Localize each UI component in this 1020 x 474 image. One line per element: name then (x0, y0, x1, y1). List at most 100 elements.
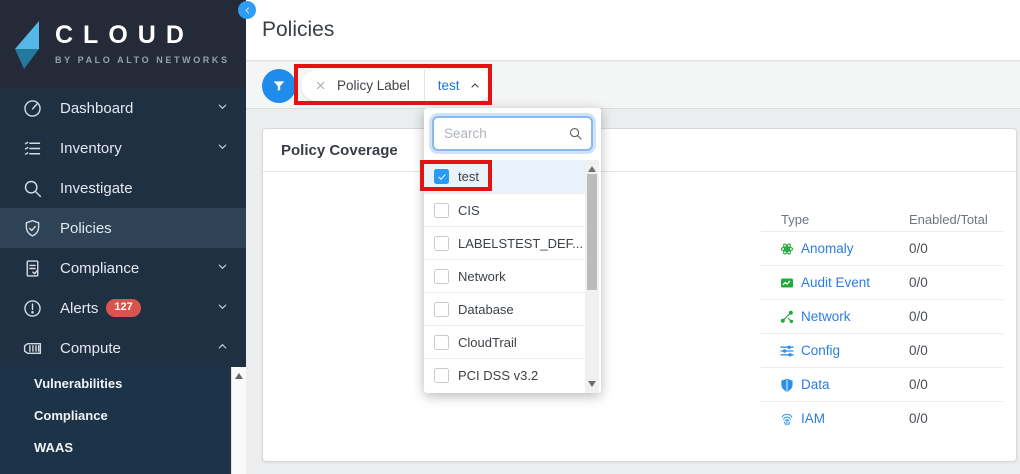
checkbox-icon[interactable] (434, 335, 449, 350)
close-icon[interactable] (315, 80, 326, 91)
option-label: CloudTrail (458, 335, 517, 350)
filter-button[interactable] (262, 69, 296, 103)
chip-divider (424, 70, 425, 101)
container-icon (20, 336, 44, 360)
dropdown-option-list: test CIS LABELSTEST_DEF... Network Datab… (424, 160, 585, 391)
config-icon (779, 343, 794, 358)
sidebar-item-label: Alerts (60, 300, 98, 317)
sidebar-item-label: Policies (60, 220, 228, 237)
sidebar-item-investigate[interactable]: Investigate (0, 168, 246, 208)
checkbox-icon[interactable] (434, 368, 449, 383)
prisma-cloud-app: CLOUD BY PALO ALTO NETWORKS Dashboard In… (0, 0, 1020, 474)
checkbox-checked-icon[interactable] (434, 169, 449, 184)
table-row-iam: IAM 0/0 (761, 401, 1003, 435)
filter-chip-value[interactable]: test (438, 78, 460, 93)
dropdown-option-cis[interactable]: CIS (424, 193, 585, 226)
submenu-item-label: Compliance (34, 408, 108, 423)
dropdown-option-database[interactable]: Database (424, 292, 585, 325)
chevron-up-icon[interactable] (469, 80, 481, 92)
alerts-count-badge: 127 (106, 299, 140, 316)
filter-chip-label: Policy Label (337, 78, 410, 93)
dropdown-option-labelstest-def[interactable]: LABELSTEST_DEF... (424, 226, 585, 259)
chevron-down-icon (217, 99, 228, 117)
magnifier-icon (568, 126, 583, 146)
table-row-anomaly: Anomaly 0/0 (761, 231, 1003, 265)
sidebar-item-alerts[interactable]: Alerts 127 (0, 288, 246, 328)
submenu-item-label: WAAS (34, 440, 73, 455)
page-header: Policies (246, 0, 1020, 61)
submenu-item-label: Vulnerabilities (34, 376, 122, 391)
scroll-up-arrow-icon[interactable] (588, 166, 596, 172)
policy-type-link[interactable]: Network (801, 309, 851, 324)
table-row-network: Network 0/0 (761, 299, 1003, 333)
column-header-enabled-total: Enabled/Total (909, 212, 988, 227)
enabled-total-value: 0/0 (909, 377, 928, 392)
alert-circle-icon (20, 296, 44, 320)
sidebar-item-inventory[interactable]: Inventory (0, 128, 246, 168)
submenu-scrollbar[interactable] (231, 367, 246, 474)
checkbox-icon[interactable] (434, 203, 449, 218)
sidebar-item-dashboard[interactable]: Dashboard (0, 88, 246, 128)
panel-header: Policy Coverage (263, 129, 1016, 172)
dropdown-scrollbar[interactable] (585, 160, 599, 393)
data-shield-icon (779, 377, 794, 392)
shield-check-icon (20, 216, 44, 240)
sidebar-collapse-button[interactable] (238, 1, 256, 19)
enabled-total-value: 0/0 (909, 241, 928, 256)
submenu-item-vulnerabilities[interactable]: Vulnerabilities (0, 367, 246, 399)
submenu-item-compliance[interactable]: Compliance (0, 399, 246, 431)
checkbox-icon[interactable] (434, 269, 449, 284)
dropdown-option-pci-dss[interactable]: PCI DSS v3.2 (424, 358, 585, 391)
chevron-down-icon (217, 299, 228, 317)
network-icon (779, 309, 794, 324)
table-row-data: Data 0/0 (761, 367, 1003, 401)
table-row-config: Config 0/0 (761, 333, 1003, 367)
checklist-icon (20, 136, 44, 160)
option-label: test (458, 169, 479, 184)
sidebar-item-label: Compute (60, 340, 217, 357)
sidebar: CLOUD BY PALO ALTO NETWORKS Dashboard In… (0, 0, 246, 474)
option-label: LABELSTEST_DEF... (458, 236, 583, 251)
enabled-total-value: 0/0 (909, 275, 928, 290)
policy-type-link[interactable]: Anomaly (801, 241, 854, 256)
anomaly-icon (779, 241, 794, 256)
magnifier-icon (20, 176, 44, 200)
clipboard-check-icon (20, 256, 44, 280)
chevron-down-icon (217, 259, 228, 277)
dropdown-option-network[interactable]: Network (424, 259, 585, 292)
enabled-total-value: 0/0 (909, 411, 928, 426)
logo: CLOUD BY PALO ALTO NETWORKS (0, 0, 246, 88)
content-area: Policy Coverage Type Enabled/Total (246, 109, 1020, 474)
sidebar-item-policies[interactable]: Policies (0, 208, 246, 248)
checkbox-icon[interactable] (434, 236, 449, 251)
compute-submenu: Vulnerabilities Compliance WAAS (0, 367, 246, 474)
scroll-down-arrow-icon[interactable] (588, 381, 596, 387)
filter-chip-policy-label[interactable]: Policy Label test (301, 70, 493, 101)
policy-type-link[interactable]: Audit Event (801, 275, 870, 290)
policy-type-link[interactable]: Config (801, 343, 840, 358)
dropdown-option-test[interactable]: test (424, 160, 585, 193)
sidebar-item-label: Investigate (60, 180, 228, 197)
policy-type-link[interactable]: Data (801, 377, 830, 392)
sidebar-item-compute[interactable]: Compute (0, 328, 246, 368)
policy-type-table: Type Enabled/Total (761, 207, 1003, 435)
sidebar-item-compliance[interactable]: Compliance (0, 248, 246, 288)
option-label: Network (458, 269, 506, 284)
scrollbar-thumb[interactable] (587, 174, 597, 290)
dropdown-option-cloudtrail[interactable]: CloudTrail (424, 325, 585, 358)
column-header-type: Type (761, 212, 909, 227)
option-label: PCI DSS v3.2 (458, 368, 538, 383)
main-content: Policies Policy Label test (246, 0, 1020, 474)
sidebar-item-label: Compliance (60, 260, 217, 277)
checkbox-icon[interactable] (434, 302, 449, 317)
sidebar-item-label: Dashboard (60, 100, 217, 117)
filter-bar: Policy Label test (246, 62, 1020, 109)
scroll-up-arrow-icon[interactable] (235, 373, 243, 379)
option-label: Database (458, 302, 514, 317)
enabled-total-value: 0/0 (909, 309, 928, 324)
submenu-item-waas[interactable]: WAAS (0, 431, 246, 463)
policy-type-link[interactable]: IAM (801, 411, 825, 426)
page-title: Policies (262, 18, 334, 42)
policy-label-dropdown: test CIS LABELSTEST_DEF... Network Datab… (424, 108, 601, 393)
gauge-icon (20, 96, 44, 120)
